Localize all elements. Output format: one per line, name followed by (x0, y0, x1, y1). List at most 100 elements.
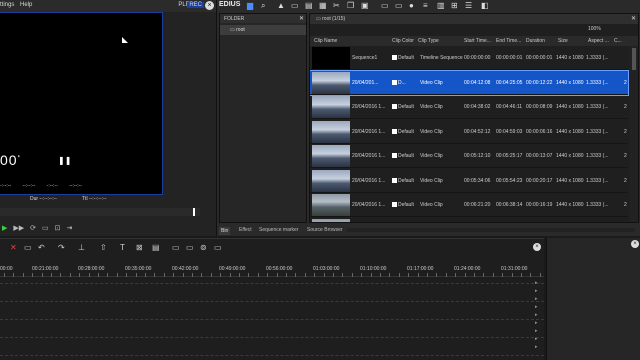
color-swatch[interactable] (392, 202, 397, 207)
insert-icon[interactable]: ▭ (42, 224, 49, 232)
clip-end: 00:04:59:03 (496, 128, 523, 135)
clip-scrollbar[interactable] (630, 46, 638, 222)
player-scrub-bar[interactable] (0, 208, 200, 216)
ripple-icon[interactable]: ⇧ (100, 243, 107, 252)
cut-icon[interactable]: ✂ (333, 1, 340, 10)
ruler-tick (98, 273, 99, 277)
list-view-icon[interactable]: ☰ (465, 1, 472, 10)
bag-icon[interactable]: ◧ (481, 1, 489, 10)
export-icon[interactable]: ⇥ (67, 224, 73, 232)
up-folder-icon[interactable]: ▲ (277, 1, 285, 10)
delete-icon[interactable]: ✕ (10, 243, 17, 252)
clip-thumbnail[interactable] (312, 218, 350, 222)
col-clip-name[interactable]: Clip Name (314, 38, 337, 44)
ruler-tick (427, 273, 428, 277)
render-icon[interactable]: ⊚ (200, 243, 207, 252)
tab-bin[interactable]: Bin (219, 227, 231, 235)
marker-icon[interactable]: ▤ (152, 243, 160, 252)
table-row[interactable]: 20/04/2016 1...DefaultVideo Clip00:06:54… (310, 218, 628, 222)
import-icon[interactable]: ▤ (305, 1, 313, 10)
clip-thumbnail[interactable] (312, 169, 350, 192)
fast-forward-icon[interactable]: ▶▶ (13, 224, 24, 232)
settings-icon[interactable]: ▭ (214, 243, 222, 252)
player-icon[interactable]: ▭ (395, 1, 403, 10)
col-clip-type[interactable]: Clip Type (418, 38, 439, 44)
clip-thumbnail[interactable] (312, 96, 350, 118)
col-c[interactable]: C... (614, 38, 622, 44)
bin-horizontal-scrollbar[interactable] (347, 228, 635, 232)
close-icon[interactable]: × (533, 243, 541, 251)
col-end-time[interactable]: End Time... (496, 38, 521, 44)
save-icon[interactable]: ▭ (24, 243, 32, 252)
col-duration[interactable]: Duration (526, 38, 545, 44)
clip-start: 00:05:12:10 (464, 153, 491, 159)
properties-icon[interactable]: ≡ (423, 1, 428, 10)
mode-icon[interactable]: ⊥ (78, 243, 85, 252)
ruler-tick (41, 273, 43, 277)
color-swatch[interactable] (392, 79, 397, 85)
col-start-time[interactable]: Start Time... (464, 38, 491, 44)
clip-thumbnail[interactable] (312, 71, 350, 94)
timeline-track[interactable] (0, 355, 544, 356)
add-to-timeline-icon[interactable]: ▭ (381, 1, 389, 10)
copy-icon[interactable]: ❐ (347, 1, 354, 10)
timeline-ruler[interactable]: 00:00 00:21:00:00 00:28:00:00 00:35:00:00 00… (0, 263, 544, 277)
menu-help[interactable]: Help (20, 2, 32, 8)
view-icon[interactable]: ⊞ (451, 1, 458, 10)
rec-badge[interactable]: REC (187, 2, 204, 8)
mixer-icon[interactable]: ⊠ (136, 243, 143, 252)
color-swatch[interactable] (392, 128, 397, 134)
table-row[interactable]: 20/04/201... D... Video Clip 00:04:12:08 00:… (310, 69, 629, 96)
search-icon[interactable]: ⌕ (261, 1, 265, 11)
close-icon[interactable]: × (205, 1, 214, 10)
col-clip-color[interactable]: Clip Color (392, 38, 414, 44)
color-swatch[interactable] (392, 55, 397, 60)
timeline-track[interactable] (0, 319, 544, 320)
table-row[interactable]: 20/04/2016 1... Default Video Clip 00:04:38… (310, 95, 628, 119)
color-swatch[interactable] (392, 104, 397, 109)
undo-icon[interactable]: ↶ (38, 243, 45, 252)
timeline-track[interactable] (0, 301, 544, 302)
play-icon[interactable]: ▶ (2, 224, 7, 232)
folder-root[interactable]: ▭ root (220, 25, 306, 35)
loop-icon[interactable]: ⟳ (30, 224, 36, 232)
timeline-track[interactable] (0, 283, 544, 284)
table-row[interactable]: 20/04/2016 1... Default Video Clip 00:05:34… (310, 169, 628, 193)
paste-icon[interactable]: ▣ (361, 1, 369, 10)
snap-icon[interactable]: ▭ (186, 243, 194, 252)
scrollbar-thumb[interactable] (632, 48, 636, 70)
clip-thumbnail[interactable] (312, 145, 350, 167)
delete-icon[interactable]: ▥ (437, 1, 445, 10)
table-row[interactable]: 20/04/2016 1... Default Video Clip 00:05:12… (310, 144, 628, 168)
close-icon[interactable]: × (631, 240, 639, 248)
menu-settings[interactable]: ttings (0, 2, 14, 8)
table-row[interactable]: 20/04/2016 1... Default Video Clip 00:06:21… (310, 193, 628, 217)
color-swatch[interactable] (392, 177, 397, 183)
col-size[interactable]: Size (558, 38, 568, 44)
clip-thumbnail[interactable] (312, 120, 350, 143)
redo-icon[interactable]: ↷ (58, 243, 65, 252)
player-monitor[interactable]: 00* ❚❚ -:--:-- --:--:-- -:--:-- --:--:-- (0, 12, 163, 195)
tab-source-browser[interactable]: Source Browser (307, 227, 343, 233)
table-row[interactable]: 20/04/2016 1... Default Video Clip 00:04:52… (310, 120, 628, 144)
tab-effect[interactable]: Effect (239, 227, 252, 233)
scrub-knob[interactable] (193, 208, 195, 216)
table-row[interactable]: Sequence1 Default Timeline Sequence 00:00:0… (310, 46, 628, 70)
close-icon[interactable]: ✕ (299, 15, 304, 22)
clip-aspect: 1.3333 (... (586, 79, 609, 86)
zoom-level[interactable]: 100% (588, 26, 601, 32)
record-icon[interactable]: ● (409, 1, 414, 10)
clip-thumbnail[interactable] (312, 194, 350, 216)
clip-thumbnail[interactable] (312, 47, 350, 69)
overwrite-icon[interactable]: ⊡ (55, 224, 61, 232)
col-aspect[interactable]: Aspect ... (588, 38, 609, 44)
open-folder-icon[interactable]: ▭ (291, 1, 299, 10)
close-icon[interactable]: ✕ (631, 15, 636, 22)
sync-icon[interactable]: ▭ (172, 243, 180, 252)
color-swatch[interactable] (392, 153, 397, 158)
tab-sequence-marker[interactable]: Sequence marker (259, 227, 298, 233)
bin-folder-icon[interactable]: ▆ (247, 1, 253, 10)
new-clip-icon[interactable]: ▦ (319, 1, 327, 10)
text-icon[interactable]: T (120, 243, 125, 252)
timeline-track[interactable] (0, 337, 544, 338)
